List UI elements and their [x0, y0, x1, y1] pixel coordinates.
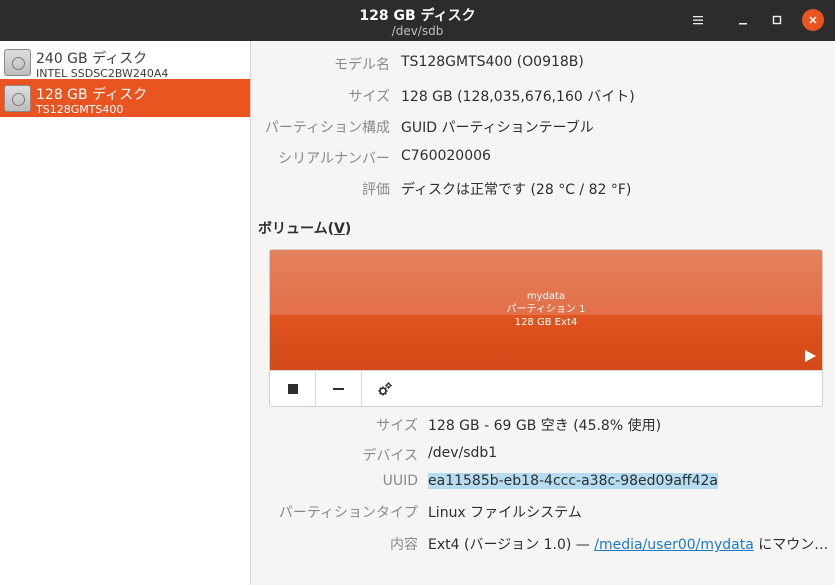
device-label: デバイス	[362, 448, 418, 464]
delete-partition-button[interactable]	[316, 371, 362, 406]
gears-icon	[378, 382, 392, 396]
disk-model: INTEL SSDSC2BW240A4	[36, 67, 169, 79]
partition-options-button[interactable]	[362, 371, 408, 406]
disk-icon	[4, 85, 31, 112]
uuid-label: UUID	[382, 473, 418, 489]
model-value: TS128GMTS400 (O0918B)	[401, 54, 584, 70]
assessment-label: 評価	[362, 182, 390, 198]
minus-icon	[333, 388, 344, 390]
close-button[interactable]	[801, 8, 825, 32]
minimize-icon	[739, 23, 747, 25]
volume-toolbar	[270, 370, 822, 406]
unmount-button[interactable]	[270, 371, 316, 406]
vol-size-label: サイズ	[376, 418, 418, 434]
serial-value: C760020006	[401, 148, 491, 164]
volumes-heading-prefix: ボリューム(	[258, 221, 334, 237]
contents-value: Ext4 (バージョン 1.0) — /media/user00/mydata …	[428, 534, 828, 554]
menu-button[interactable]	[686, 8, 710, 32]
disk-name: 128 GB ディスク	[36, 87, 148, 103]
stop-icon	[287, 384, 298, 394]
partition-name: mydata	[526, 291, 566, 302]
mount-point-link[interactable]: /media/user00/mydata	[594, 537, 754, 553]
play-icon	[805, 350, 816, 362]
hamburger-icon	[693, 16, 703, 25]
contents-prefix: Ext4 (バージョン 1.0) —	[428, 537, 595, 553]
device-value: /dev/sdb1	[428, 445, 498, 461]
maximize-button[interactable]	[765, 8, 789, 32]
partitioning-value: GUID パーティションテーブル	[401, 120, 594, 136]
disk-list: 240 GB ディスク INTEL SSDSC2BW240A4 128 GB デ…	[0, 41, 251, 585]
partition-number: パーティション 1	[506, 304, 586, 315]
volumes-heading-suffix: )	[344, 221, 352, 237]
disk-item-128gb[interactable]: 128 GB ディスク TS128GMTS400	[0, 79, 250, 117]
disk-item-240gb[interactable]: 240 GB ディスク INTEL SSDSC2BW240A4	[0, 43, 250, 81]
uuid-value[interactable]: ea11585b-eb18-4ccc-a38c-98ed09aff42a	[428, 473, 718, 489]
title-bar: 128 GB ディスク /dev/sdb	[0, 0, 835, 41]
volumes-heading-mnemonic: V	[333, 221, 345, 237]
partition-desc: 128 GB Ext4	[514, 317, 578, 328]
volumes-heading: ボリューム(V)	[258, 218, 351, 238]
contents-label: 内容	[390, 537, 418, 553]
vol-size-value: 128 GB - 69 GB 空き (45.8% 使用)	[428, 418, 662, 434]
disk-model: TS128GMTS400	[36, 103, 124, 115]
size-value: 128 GB (128,035,676,160 バイト)	[401, 89, 635, 105]
partition-type-label: パーティションタイプ	[278, 505, 418, 521]
assessment-value: ディスクは正常です (28 °C / 82 °F)	[401, 182, 632, 198]
partition-type-value: Linux ファイルシステム	[428, 505, 582, 521]
close-icon	[802, 9, 824, 31]
disk-name: 240 GB ディスク	[36, 51, 148, 67]
contents-suffix: にマウン…	[753, 537, 829, 553]
volume-map: mydata パーティション 1 128 GB Ext4	[269, 249, 823, 407]
partitioning-label: パーティション構成	[264, 120, 390, 136]
maximize-icon	[772, 15, 782, 25]
serial-label: シリアルナンバー	[278, 151, 390, 167]
partition-label: mydata パーティション 1 128 GB Ext4	[270, 290, 822, 329]
size-label: サイズ	[348, 89, 390, 105]
model-label: モデル名	[334, 57, 390, 73]
minimize-button[interactable]	[731, 8, 755, 32]
disk-icon	[4, 49, 31, 76]
